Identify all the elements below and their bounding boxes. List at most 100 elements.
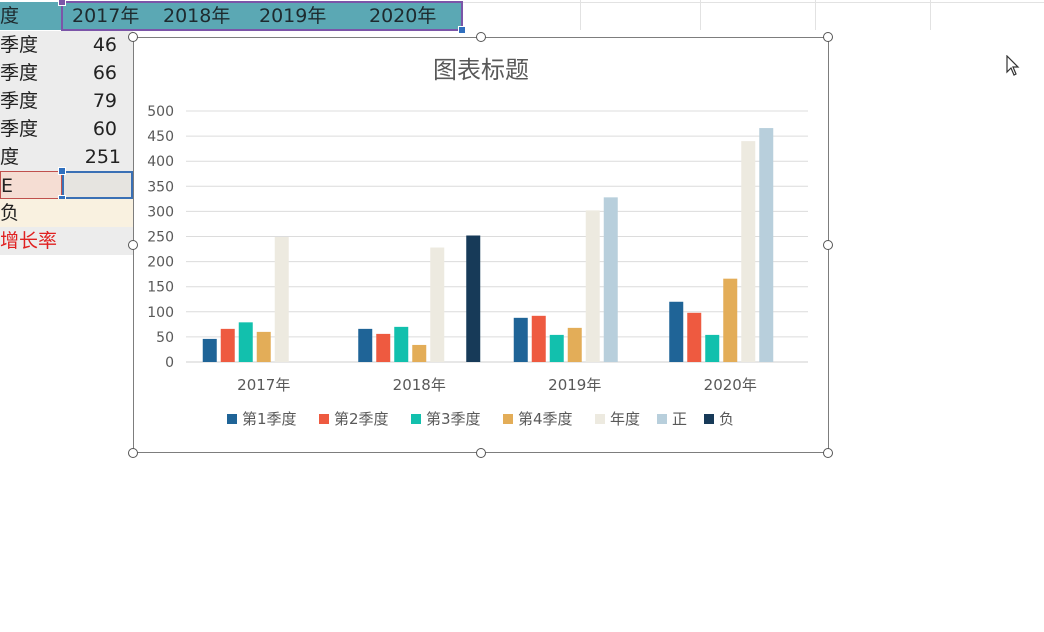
resize-handle-right[interactable] (823, 240, 833, 250)
bar (669, 301, 684, 362)
row-label-text: 度 (0, 146, 20, 168)
bar (412, 344, 427, 362)
resize-handle-top-right[interactable] (823, 32, 833, 42)
y-tick-label: 450 (147, 129, 174, 145)
legend-swatch (319, 414, 329, 424)
active-cell-handle[interactable] (58, 167, 66, 175)
legend-entry: 第1季度 (242, 410, 297, 428)
mouse-cursor-icon (1006, 55, 1020, 76)
bar (741, 141, 756, 362)
row-label-negative[interactable]: 负 (0, 199, 133, 227)
resize-handle-left[interactable] (128, 240, 138, 250)
y-tick-label: 150 (147, 280, 174, 296)
resize-handle-top[interactable] (476, 32, 486, 42)
value-text: 251 (84, 146, 121, 168)
chart-object[interactable]: 图表标题 0 50 100 150 200 250 300 350 400 450 500 2017… (133, 37, 829, 453)
resize-handle-top-left[interactable] (128, 32, 138, 42)
bar (759, 128, 774, 362)
grid-line (930, 0, 931, 30)
header-cell-label[interactable]: 度 (0, 2, 62, 30)
legend-entry: 第2季度 (334, 410, 389, 428)
legend-swatch (595, 414, 605, 424)
chart-title[interactable]: 图表标题 (433, 56, 529, 84)
y-tick-label: 300 (147, 204, 174, 220)
bar (202, 338, 217, 362)
bar (705, 334, 720, 362)
bar (394, 326, 409, 362)
chart-y-axis: 0 50 100 150 200 250 300 350 400 450 500 (147, 104, 174, 371)
bar (567, 327, 582, 362)
y-tick-label: 200 (147, 255, 174, 271)
row-label-q4[interactable]: 季度 (0, 115, 62, 143)
bar (723, 278, 738, 362)
legend-swatch (657, 414, 667, 424)
bar (531, 315, 546, 362)
selection-fill-handle[interactable] (458, 26, 466, 34)
resize-handle-bottom-right[interactable] (823, 448, 833, 458)
bar (687, 312, 702, 362)
selection-range-border (61, 1, 463, 31)
x-tick-label: 2018年 (393, 376, 446, 394)
value-cell-q2[interactable]: 66 (62, 59, 133, 87)
active-cell[interactable] (62, 171, 133, 199)
row-label-text: E (1, 175, 14, 197)
selection-corner-handle[interactable] (58, 0, 66, 6)
legend-entry: 年度 (610, 410, 640, 428)
legend-swatch (411, 414, 421, 424)
chart-x-axis: 2017年 2018年 2019年 2020年 (237, 376, 757, 394)
chart-legend: 第1季度 第2季度 第3季度 第4季度 年度 正 负 (227, 410, 734, 428)
y-tick-label: 400 (147, 154, 174, 170)
chart-bars (202, 128, 774, 362)
row-label-positive[interactable]: E (0, 171, 62, 199)
row-label-text: 负 (0, 202, 20, 224)
y-tick-label: 250 (147, 230, 174, 246)
y-tick-label: 0 (165, 355, 174, 371)
resize-handle-bottom[interactable] (476, 448, 486, 458)
legend-swatch (227, 414, 237, 424)
legend-entry: 正 (672, 410, 687, 428)
y-tick-label: 100 (147, 305, 174, 321)
value-cell-q1[interactable]: 46 (62, 31, 133, 59)
header-cell-text: 度 (0, 5, 20, 27)
row-label-text: 季度 (0, 62, 39, 84)
row-label-q1[interactable]: 季度 (0, 31, 62, 59)
legend-swatch (503, 414, 513, 424)
grid-line (580, 0, 581, 30)
bar (430, 247, 445, 362)
y-tick-label: 350 (147, 179, 174, 195)
value-cell-q3[interactable]: 79 (62, 87, 133, 115)
value-cell-year[interactable]: 251 (62, 143, 133, 171)
row-label-growth-rate[interactable]: 增长率 (0, 227, 133, 255)
row-label-text: 增长率 (0, 230, 58, 252)
column-chart: 图表标题 0 50 100 150 200 250 300 350 400 450 500 2017… (147, 56, 808, 428)
row-label-text: 季度 (0, 90, 39, 112)
bar (274, 237, 289, 362)
legend-entry: 负 (719, 410, 734, 428)
bar (513, 317, 528, 362)
legend-entry: 第3季度 (426, 410, 481, 428)
x-tick-label: 2020年 (704, 376, 757, 394)
value-text: 79 (92, 90, 117, 112)
legend-entry: 第4季度 (518, 410, 573, 428)
legend-swatch (704, 414, 714, 424)
value-text: 46 (92, 34, 117, 56)
value-cell-q4[interactable]: 60 (62, 115, 133, 143)
y-tick-label: 500 (147, 104, 174, 120)
bar (238, 322, 253, 362)
value-text: 66 (92, 62, 117, 84)
resize-handle-bottom-left[interactable] (128, 448, 138, 458)
row-label-text: 季度 (0, 118, 39, 140)
bar (220, 328, 235, 362)
row-label-year[interactable]: 度 (0, 143, 62, 171)
bar (585, 210, 600, 362)
bar (549, 334, 564, 362)
x-tick-label: 2017年 (237, 376, 290, 394)
bar (376, 333, 391, 362)
bar (358, 328, 373, 362)
grid-line (700, 0, 701, 30)
row-label-q3[interactable]: 季度 (0, 87, 62, 115)
bar (603, 197, 618, 362)
y-tick-label: 50 (156, 330, 174, 346)
row-label-q2[interactable]: 季度 (0, 59, 62, 87)
grid-line (815, 0, 816, 30)
